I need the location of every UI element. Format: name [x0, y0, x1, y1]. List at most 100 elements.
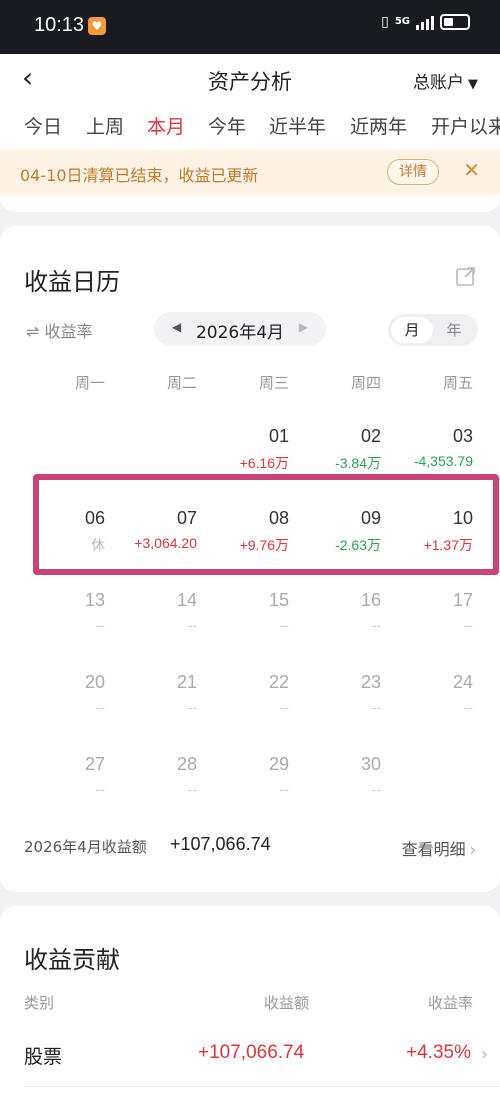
share-icon[interactable]	[456, 266, 476, 286]
calendar-day[interactable]: 28 --	[105, 754, 197, 797]
calendar-day[interactable]: 15 --	[197, 590, 289, 633]
tab-today[interactable]: 今日	[24, 112, 62, 139]
close-icon[interactable]: ✕	[463, 158, 480, 182]
view-detail-link[interactable]: 查看明细 ›	[402, 836, 476, 860]
calendar-day[interactable]: 22 --	[197, 672, 289, 715]
account-selector[interactable]: 总账户 ▼	[413, 68, 478, 93]
vibrate-icon: ▯	[381, 14, 389, 30]
day-income: --	[371, 781, 381, 797]
day-number: 06	[84, 508, 105, 528]
day-income: --	[463, 617, 473, 633]
tab-last-week[interactable]: 上周	[86, 112, 124, 139]
tab-this-year[interactable]: 今年	[208, 112, 246, 139]
day-income: +3,064.20	[134, 535, 197, 551]
column-rate: 收益率	[428, 994, 474, 1012]
day-number: 09	[360, 508, 381, 528]
calendar-title: 收益日历	[24, 268, 120, 296]
day-number: 28	[176, 754, 197, 774]
notice-detail-button[interactable]: 详情	[387, 159, 439, 185]
mode-year-option[interactable]: 年	[433, 317, 475, 343]
day-number: 24	[452, 672, 473, 692]
calendar-day[interactable]: 02 -3.84万	[289, 426, 381, 473]
day-number: 14	[176, 590, 197, 610]
day-number: 22	[268, 672, 289, 692]
calendar-day[interactable]: 06 休	[13, 508, 105, 555]
day-number: 01	[268, 426, 289, 446]
day-number: 16	[360, 590, 381, 610]
contribution-title: 收益贡献	[24, 946, 120, 974]
day-number: 10	[452, 508, 473, 528]
calendar-day[interactable]: 10 +1.37万	[381, 508, 473, 555]
tab-half-year[interactable]: 近半年	[269, 112, 326, 139]
calendar-day[interactable]: 13 --	[13, 590, 105, 633]
day-number: 15	[268, 590, 289, 610]
calendar-day[interactable]: 01 +6.16万	[197, 426, 289, 473]
calendar-day[interactable]: 20 --	[13, 672, 105, 715]
day-income: --	[371, 617, 381, 633]
calendar-day[interactable]: 24 --	[381, 672, 473, 715]
tab-since-open[interactable]: 开户以来	[431, 112, 500, 139]
day-income: +6.16万	[239, 455, 289, 471]
day-income: 休	[91, 537, 105, 553]
divider	[24, 1086, 500, 1087]
month-picker: ◀ 2026年4月 ▶	[154, 312, 326, 346]
calendar-day[interactable]: 17 --	[381, 590, 473, 633]
column-amount: 收益额	[264, 994, 310, 1012]
account-label: 总账户	[413, 73, 464, 93]
day-income: --	[279, 781, 289, 797]
month-summary-label: 2026年4月收益额	[24, 838, 147, 856]
calendar-day[interactable]: 29 --	[197, 754, 289, 797]
day-number: 30	[360, 754, 381, 774]
column-category: 类别	[24, 994, 55, 1012]
day-income: +1.37万	[423, 537, 473, 553]
day-number: 07	[176, 508, 197, 528]
caret-down-icon: ▼	[468, 77, 478, 92]
day-income: --	[95, 699, 105, 715]
rate-toggle[interactable]: ⇌ 收益率	[26, 318, 93, 342]
row-rate: +4.35%	[406, 1042, 471, 1063]
income-contribution-card: 收益贡献 类别 收益额 收益率 股票 +107,066.74 +4.35% ›	[0, 906, 500, 1103]
calendar-day[interactable]: 08 +9.76万	[197, 508, 289, 555]
day-income: --	[279, 699, 289, 715]
battery-icon	[440, 14, 470, 30]
calendar-day[interactable]: 27 --	[13, 754, 105, 797]
day-income: --	[187, 781, 197, 797]
row-amount: +107,066.74	[198, 1042, 305, 1063]
month-summary-value: +107,066.74	[170, 834, 271, 854]
calendar-day[interactable]: 03 -4,353.79	[381, 426, 473, 469]
day-number: 03	[452, 426, 473, 446]
day-number: 17	[452, 590, 473, 610]
day-number: 29	[268, 754, 289, 774]
day-income: --	[95, 781, 105, 797]
weekday-tue: 周二	[166, 374, 197, 392]
day-number: 20	[84, 672, 105, 692]
day-number: 02	[360, 426, 381, 446]
day-number: 21	[176, 672, 197, 692]
calendar-day[interactable]: 16 --	[289, 590, 381, 633]
tab-this-month[interactable]: 本月	[147, 112, 185, 139]
calendar-day[interactable]: 09 -2.63万	[289, 508, 381, 555]
weekday-thu: 周四	[350, 374, 381, 392]
day-number: 13	[84, 590, 105, 610]
day-income: -3.84万	[335, 455, 381, 471]
day-income: --	[463, 699, 473, 715]
calendar-day[interactable]: 14 --	[105, 590, 197, 633]
weekday-fri: 周五	[442, 374, 473, 392]
day-income: +9.76万	[239, 537, 289, 553]
calendar-day[interactable]: 30 --	[289, 754, 381, 797]
day-number: 08	[268, 508, 289, 528]
next-month-icon[interactable]: ▶	[299, 320, 308, 334]
income-calendar-card: 收益日历 ⇌ 收益率 ◀ 2026年4月 ▶ 月 年 周一 周二 周三 周四 周…	[0, 226, 500, 892]
day-income: --	[279, 617, 289, 633]
notice-text: 04-10日清算已结束，收益已更新	[20, 166, 259, 185]
mode-month-option[interactable]: 月	[391, 317, 433, 343]
status-bar: 10:13 ♥ ▯ 5G	[0, 0, 500, 54]
chevron-right-icon: ›	[480, 1044, 488, 1065]
day-income: --	[371, 699, 381, 715]
chevron-right-icon: ›	[469, 840, 476, 859]
tab-two-years[interactable]: 近两年	[350, 112, 407, 139]
calendar-day[interactable]: 21 --	[105, 672, 197, 715]
calendar-day[interactable]: 23 --	[289, 672, 381, 715]
calendar-day[interactable]: 07 +3,064.20	[105, 508, 197, 551]
day-income: --	[95, 617, 105, 633]
